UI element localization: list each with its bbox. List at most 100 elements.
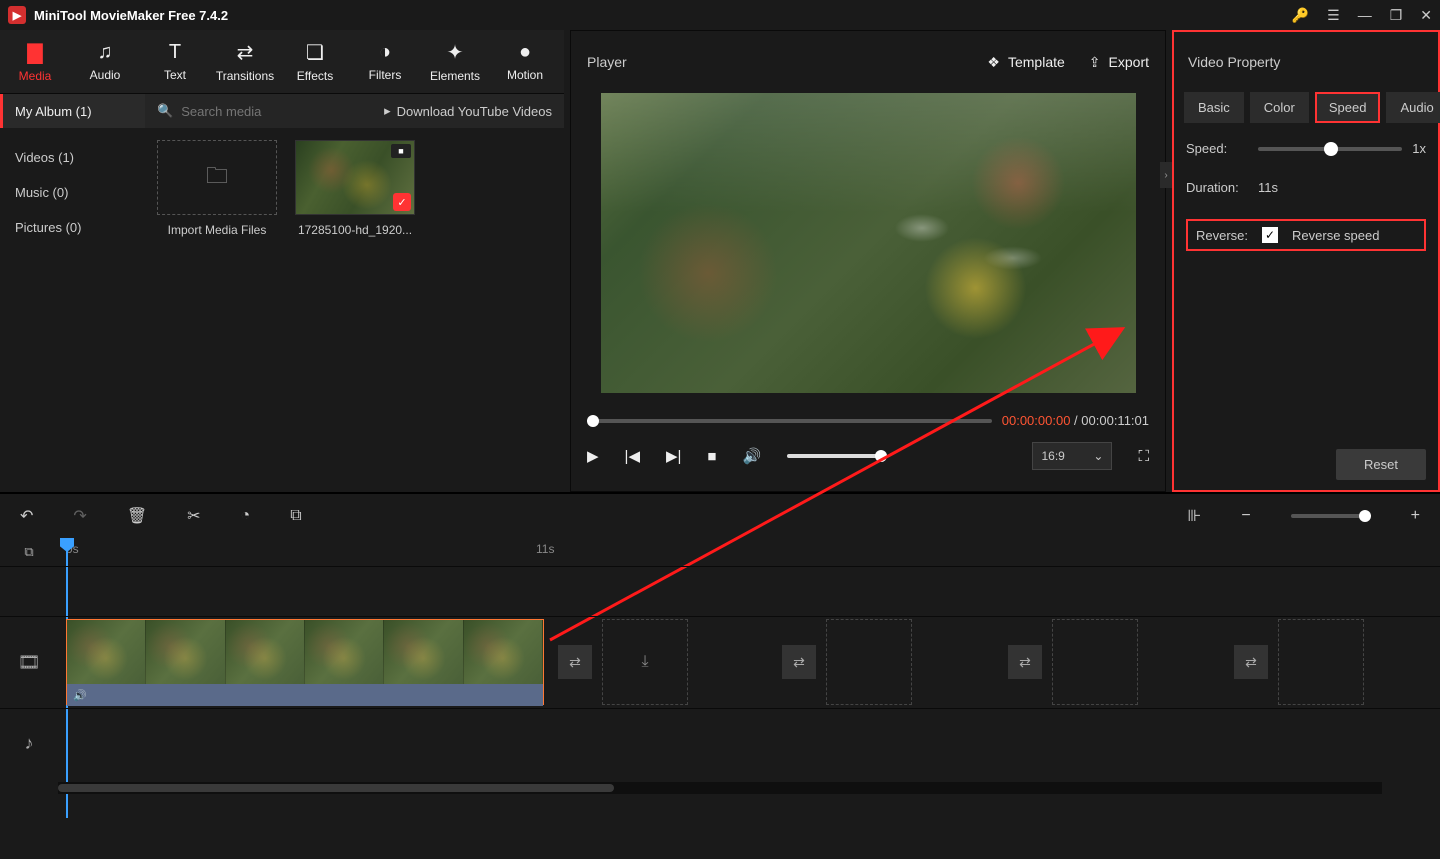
video-track[interactable]: 🎞 🔊 ⇄ ⤓ ⇄ ⇄ ⇄: [0, 616, 1440, 708]
unlock-icon[interactable]: 🔑: [1292, 7, 1309, 24]
reverse-label: Reverse:: [1196, 228, 1248, 243]
property-header: Video Property: [1174, 32, 1438, 92]
app-logo-icon: ▶: [8, 6, 26, 24]
reset-button[interactable]: Reset: [1336, 449, 1426, 480]
tab-transitions[interactable]: ⇄Transitions: [210, 30, 280, 93]
music-note-icon: ♫: [98, 41, 113, 64]
transition-slot[interactable]: ⇄: [558, 645, 592, 679]
add-track-icon[interactable]: ⧉: [24, 544, 33, 560]
transition-slot[interactable]: ⇄: [782, 645, 816, 679]
timeline-scrollbar[interactable]: [58, 782, 1382, 794]
zoom-in-button[interactable]: +: [1411, 507, 1420, 525]
speed-value: 1x: [1412, 141, 1426, 156]
empty-clip-slot[interactable]: [826, 619, 912, 705]
music-icon: ♪: [25, 733, 34, 754]
import-media-tile[interactable]: 🗀 Import Media Files: [157, 140, 277, 237]
play-button[interactable]: ▶: [587, 447, 599, 465]
next-frame-button[interactable]: ▶|: [666, 447, 681, 465]
tab-filters[interactable]: ◑Filters: [350, 30, 420, 93]
close-icon[interactable]: ✕: [1420, 7, 1432, 24]
crop-button[interactable]: ⧉: [290, 507, 301, 525]
chevron-down-icon: ⌄: [1093, 449, 1103, 463]
tab-motion[interactable]: ●Motion: [490, 30, 560, 93]
film-icon: 🎞: [18, 652, 41, 673]
duration-label: Duration:: [1186, 180, 1248, 195]
stop-button[interactable]: ■: [707, 448, 716, 465]
sidebar-item-videos[interactable]: Videos (1): [0, 140, 145, 175]
zoom-out-button[interactable]: −: [1241, 507, 1250, 525]
empty-clip-slot[interactable]: ⤓: [602, 619, 688, 705]
prop-tab-audio[interactable]: Audio: [1386, 92, 1440, 123]
speed-button[interactable]: ◔: [241, 507, 251, 525]
clip-filename: 17285100-hd_1920...: [298, 223, 412, 237]
fullscreen-button[interactable]: ⛶: [1138, 448, 1149, 465]
overlay-track[interactable]: [0, 566, 1440, 616]
media-panel: My Album (1) 🔍 ▸Download YouTube Videos …: [0, 94, 564, 492]
text-icon: T: [169, 41, 181, 64]
collapse-panel-button[interactable]: ›: [1160, 162, 1172, 188]
video-preview: [601, 93, 1136, 393]
export-icon: ⇪: [1089, 54, 1101, 71]
video-property-panel: › Video Property Basic Color Speed Audio…: [1172, 30, 1440, 492]
volume-slider[interactable]: [787, 454, 887, 458]
redo-button[interactable]: ↷: [73, 506, 86, 526]
undo-button[interactable]: ↶: [20, 506, 33, 526]
clip-thumbnail: ■ ✓: [295, 140, 415, 215]
magnet-button[interactable]: ⊪: [1187, 506, 1201, 526]
tab-audio[interactable]: ♫Audio: [70, 30, 140, 93]
aspect-ratio-select[interactable]: 16:9⌄: [1032, 442, 1112, 470]
filters-icon: ◑: [379, 41, 391, 64]
youtube-icon: ▸: [384, 103, 391, 119]
tab-media[interactable]: ▇Media: [0, 30, 70, 93]
prop-tab-basic[interactable]: Basic: [1184, 92, 1244, 123]
sidebar-item-pictures[interactable]: Pictures (0): [0, 210, 145, 245]
main-toolbar: ▇Media ♫Audio TText ⇄Transitions ❏Effect…: [0, 30, 564, 94]
transitions-icon: ⇄: [237, 40, 254, 65]
reverse-row: Reverse: ✓ Reverse speed: [1186, 219, 1426, 251]
reverse-checkbox-label: Reverse speed: [1292, 228, 1379, 243]
app-title: MiniTool MovieMaker Free 7.4.2: [34, 8, 1292, 23]
transition-slot[interactable]: ⇄: [1234, 645, 1268, 679]
empty-clip-slot[interactable]: [1052, 619, 1138, 705]
transition-slot[interactable]: ⇄: [1008, 645, 1042, 679]
prop-tab-color[interactable]: Color: [1250, 92, 1309, 123]
timeline-clip[interactable]: 🔊: [66, 619, 544, 705]
menu-icon[interactable]: ☰: [1327, 7, 1340, 24]
template-button[interactable]: ❖Template: [987, 54, 1064, 71]
player-panel: Player ❖Template ⇪Export 00:00:00:00 / 0…: [570, 30, 1166, 492]
clip-audio-icon: 🔊: [73, 689, 87, 702]
search-input[interactable]: [181, 104, 376, 119]
split-button[interactable]: ✂: [187, 506, 200, 526]
prev-frame-button[interactable]: |◀: [625, 447, 640, 465]
empty-clip-slot[interactable]: [1278, 619, 1364, 705]
media-clip-tile[interactable]: ■ ✓ 17285100-hd_1920...: [295, 140, 415, 237]
tab-elements[interactable]: ✦Elements: [420, 30, 490, 93]
album-tab[interactable]: My Album (1): [0, 94, 145, 128]
zoom-slider[interactable]: [1291, 514, 1371, 518]
seek-bar[interactable]: [587, 419, 992, 423]
audio-track[interactable]: ♪: [0, 708, 1440, 778]
layers-icon: ❖: [987, 54, 1000, 71]
folder-icon: ▇: [27, 40, 42, 65]
timeline: ↶ ↷ 🗑 ✂ ◔ ⧉ ⊪ − + ⧉ 0s 11s 🎞: [0, 492, 1440, 859]
reverse-checkbox[interactable]: ✓: [1262, 227, 1278, 243]
folder-open-icon: 🗀: [206, 159, 228, 197]
export-button[interactable]: ⇪Export: [1089, 54, 1149, 71]
player-title: Player: [587, 54, 963, 70]
minimize-icon[interactable]: —: [1358, 7, 1372, 23]
time-mark-11: 11s: [536, 542, 554, 556]
timecode: 00:00:00:00 / 00:00:11:01: [1002, 413, 1149, 428]
effects-icon: ❏: [306, 40, 324, 65]
speed-slider[interactable]: [1258, 147, 1402, 151]
prop-tab-speed[interactable]: Speed: [1315, 92, 1381, 123]
delete-button[interactable]: 🗑: [127, 506, 147, 526]
tab-effects[interactable]: ❏Effects: [280, 30, 350, 93]
media-sidebar: Videos (1) Music (0) Pictures (0): [0, 128, 145, 492]
speed-label: Speed:: [1186, 141, 1248, 156]
download-youtube-link[interactable]: ▸Download YouTube Videos: [384, 103, 552, 119]
volume-icon[interactable]: 🔊: [742, 447, 761, 465]
sidebar-item-music[interactable]: Music (0): [0, 175, 145, 210]
motion-icon: ●: [519, 41, 531, 64]
tab-text[interactable]: TText: [140, 30, 210, 93]
maximize-icon[interactable]: ❐: [1390, 7, 1403, 24]
